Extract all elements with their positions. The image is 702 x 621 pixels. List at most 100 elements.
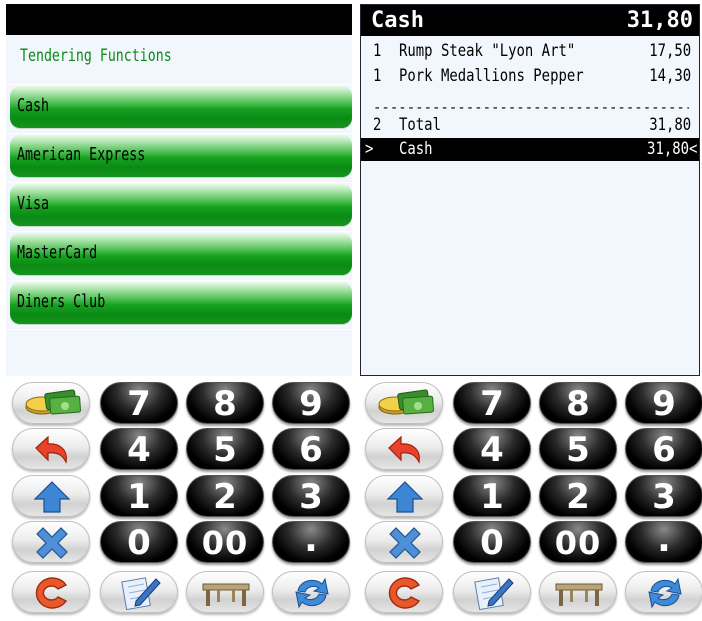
digit-key-8[interactable]: 8 [539,382,617,424]
digit-key-label: 0 [127,523,151,563]
receipt-panel: Cash 31,80 1 Rump Steak "Lyon Art" 17,50… [360,4,700,376]
digit-key-4[interactable]: 4 [453,428,531,470]
digit-key-9[interactable]: 9 [625,382,702,424]
line-description: Pork Medallions Pepper [399,66,584,86]
receipt-title: Cash [371,8,424,33]
line-qty: 1 [373,41,382,61]
digit-key-label: 00 [201,524,249,562]
digit-key-label: 6 [299,430,323,470]
digit-key-6[interactable]: 6 [625,428,702,470]
tendering-title: Tendering Functions [20,46,172,66]
money-key[interactable] [12,382,90,424]
digit-key-4[interactable]: 4 [100,428,178,470]
line-amount: 14,30 [649,66,691,86]
digit-key-2[interactable]: 2 [539,475,617,517]
digit-key-1[interactable]: 1 [100,475,178,517]
notepad-pencil-key[interactable] [453,571,531,613]
digit-key-label: 6 [652,430,676,470]
receipt-header: Cash 31,80 [361,5,699,36]
digit-key-label: 2 [566,477,590,517]
tender-button-mastercard[interactable]: MasterCard [10,233,352,275]
tender-button-visa[interactable]: Visa [10,184,352,226]
digit-key-label: 1 [127,477,151,517]
digit-key-label: 0 [480,523,504,563]
digit-key-7[interactable]: 7 [100,382,178,424]
digit-key-label: 8 [213,384,237,424]
separator [6,280,352,281]
digit-key-label: 5 [566,430,590,470]
clear-c-key[interactable] [12,571,90,613]
digit-key-9[interactable]: 9 [272,382,350,424]
tender-button-label: Cash [17,95,50,116]
line-description: Rump Steak "Lyon Art" [399,41,576,61]
tender-button-label: MasterCard [17,242,98,263]
total-qty: 2 [373,115,382,135]
tender-button-diners-club[interactable]: Diners Club [10,282,352,324]
cancel-x-key[interactable] [12,521,90,563]
separator [6,182,352,183]
clear-c-key[interactable] [365,571,443,613]
digit-key-label: 2 [213,477,237,517]
total-amount: 31,80 [649,115,691,135]
undo-key[interactable] [12,428,90,470]
refresh-key[interactable] [272,571,350,613]
digit-key-label: 1 [480,477,504,517]
digit-key-dot[interactable]: . [272,521,350,563]
receipt-line[interactable]: 1 Pork Medallions Pepper 14,30 [361,65,699,88]
digit-key-label: 9 [299,384,323,424]
digit-key-1[interactable]: 1 [453,475,531,517]
table-key[interactable] [186,571,264,613]
digit-key-5[interactable]: 5 [539,428,617,470]
receipt-divider: ----------------------------------------… [373,100,689,114]
digit-key-2[interactable]: 2 [186,475,264,517]
shift-up-key[interactable] [12,475,90,517]
digit-key-3[interactable]: 3 [625,475,702,517]
refresh-key[interactable] [625,571,702,613]
digit-key-6[interactable]: 6 [272,428,350,470]
table-key[interactable] [539,571,617,613]
notepad-pencil-key[interactable] [100,571,178,613]
digit-key-0[interactable]: 0 [453,521,531,563]
digit-key-00[interactable]: 00 [186,521,264,563]
digit-key-label: . [657,519,671,560]
digit-key-label: 7 [127,384,151,424]
tendering-panel: Tendering Functions Cash American Expres… [6,4,352,376]
left-header-bar [6,4,352,35]
separator [6,133,352,134]
digit-key-5[interactable]: 5 [186,428,264,470]
digit-key-8[interactable]: 8 [186,382,264,424]
line-amount: 17,50 [649,41,691,61]
tender-button-label: Visa [17,193,50,214]
digit-key-label: 4 [127,430,151,470]
digit-key-dot[interactable]: . [625,521,702,563]
digit-key-3[interactable]: 3 [272,475,350,517]
receipt-total-line: 2 Total 31,80 [361,114,699,137]
receipt-line[interactable]: 1 Rump Steak "Lyon Art" 17,50 [361,40,699,63]
receipt-selected-payment-line[interactable]: > Cash 31,80< [361,138,699,161]
digit-key-label: 8 [566,384,590,424]
money-key[interactable] [365,382,443,424]
total-label: Total [399,115,441,135]
digit-key-0[interactable]: 0 [100,521,178,563]
undo-key[interactable] [365,428,443,470]
tender-button-cash[interactable]: Cash [10,86,352,128]
digit-key-label: 9 [652,384,676,424]
tender-button-american-express[interactable]: American Express [10,135,352,177]
digit-key-00[interactable]: 00 [539,521,617,563]
digit-key-label: 3 [299,477,323,517]
digit-key-label: 3 [652,477,676,517]
digit-key-label: 4 [480,430,504,470]
tender-button-label: Diners Club [17,291,106,312]
selection-marker: > [365,139,374,159]
separator [6,84,352,85]
tender-button-label: American Express [17,144,146,165]
payment-label: Cash [399,139,433,159]
digit-key-7[interactable]: 7 [453,382,531,424]
separator [6,231,352,232]
cancel-x-key[interactable] [365,521,443,563]
digit-key-label: 00 [554,524,602,562]
shift-up-key[interactable] [365,475,443,517]
digit-key-label: . [304,519,318,560]
receipt-header-amount: 31,80 [626,8,693,33]
line-qty: 1 [373,66,382,86]
